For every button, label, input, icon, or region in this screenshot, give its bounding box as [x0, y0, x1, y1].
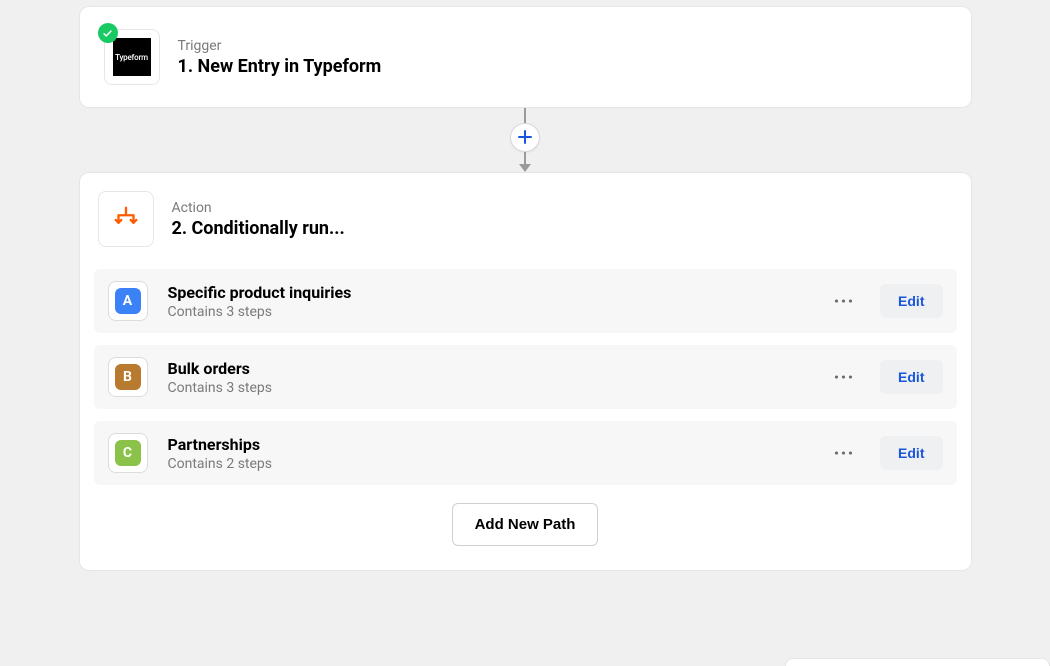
path-letter-badge: A [115, 288, 141, 314]
path-info: Partnerships Contains 2 steps [168, 435, 809, 472]
typeform-app-icon: Typeform [113, 38, 151, 76]
path-title: Partnerships [168, 435, 809, 454]
action-header: Action 2. Conditionally run... [94, 191, 957, 247]
trigger-title: 1. New Entry in Typeform [178, 56, 382, 77]
path-title: Bulk orders [168, 359, 809, 378]
more-options-icon[interactable]: ··· [828, 289, 860, 313]
step-connector [79, 108, 972, 172]
add-new-path-button[interactable]: Add New Path [452, 503, 599, 546]
path-subtitle: Contains 3 steps [168, 304, 809, 320]
minimized-panel[interactable] [785, 658, 1050, 666]
connector-line [524, 108, 526, 123]
add-step-button[interactable] [510, 123, 540, 152]
path-letter-badge: B [115, 364, 141, 390]
action-title: 2. Conditionally run... [172, 218, 345, 239]
action-text: Action 2. Conditionally run... [172, 200, 345, 239]
path-letter-box: B [108, 357, 148, 397]
path-info: Bulk orders Contains 3 steps [168, 359, 809, 396]
add-path-wrap: Add New Path [94, 503, 957, 546]
workflow-canvas: Typeform Trigger 1. New Entry in Typefor… [0, 0, 1050, 571]
paths-icon-wrap [98, 191, 154, 247]
path-subtitle: Contains 2 steps [168, 456, 809, 472]
path-letter-box: C [108, 433, 148, 473]
path-letter-box: A [108, 281, 148, 321]
action-step-card[interactable]: Action 2. Conditionally run... A Specifi… [79, 172, 972, 571]
edit-path-button[interactable]: Edit [880, 284, 942, 318]
success-check-icon [98, 23, 118, 43]
action-label: Action [172, 200, 345, 216]
paths-icon [111, 204, 141, 234]
path-row[interactable]: C Partnerships Contains 2 steps ··· Edit [94, 421, 957, 485]
more-options-icon[interactable]: ··· [828, 365, 860, 389]
path-info: Specific product inquiries Contains 3 st… [168, 283, 809, 320]
connector-line [524, 152, 526, 164]
arrow-down-icon [519, 164, 531, 172]
edit-path-button[interactable]: Edit [880, 436, 942, 470]
path-title: Specific product inquiries [168, 283, 809, 302]
more-options-icon[interactable]: ··· [828, 441, 860, 465]
path-letter-badge: C [115, 440, 141, 466]
trigger-step-card[interactable]: Typeform Trigger 1. New Entry in Typefor… [79, 6, 972, 108]
path-row[interactable]: A Specific product inquiries Contains 3 … [94, 269, 957, 333]
edit-path-button[interactable]: Edit [880, 360, 942, 394]
trigger-text: Trigger 1. New Entry in Typeform [178, 38, 382, 77]
plus-icon [517, 129, 533, 145]
path-row[interactable]: B Bulk orders Contains 3 steps ··· Edit [94, 345, 957, 409]
trigger-label: Trigger [178, 38, 382, 54]
path-subtitle: Contains 3 steps [168, 380, 809, 396]
trigger-app-icon-wrap: Typeform [104, 29, 160, 85]
